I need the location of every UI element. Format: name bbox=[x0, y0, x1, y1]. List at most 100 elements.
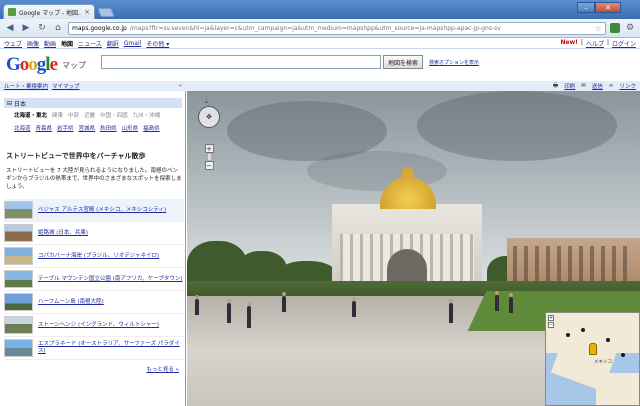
print-icon: 🖶 bbox=[553, 82, 559, 89]
region-tab-chubu[interactable]: 中部 bbox=[68, 111, 79, 119]
map-label: メキシコ bbox=[594, 360, 612, 365]
prefecture-links: 北海道 青森県 岩手県 宮城県 秋田県 山形県 福島県 bbox=[14, 124, 160, 132]
address-bar[interactable]: maps.google.co.jp/maps?ftr=sv.seven&hl=j… bbox=[68, 21, 606, 35]
place-link[interactable]: ベジャス アルテス宮殿 (メキシコ、メキシコシティ) bbox=[38, 207, 166, 214]
browser-tab[interactable]: Google マップ - 地図... × bbox=[3, 4, 95, 19]
streetview-panorama[interactable]: ⊥ ✥ + − メキシコ + − bbox=[187, 91, 640, 406]
pegman-icon[interactable] bbox=[589, 343, 597, 355]
place-thumbnail[interactable] bbox=[4, 316, 33, 334]
back-icon[interactable]: ◀ bbox=[4, 22, 16, 34]
close-window-button[interactable]: ✕ bbox=[595, 2, 621, 13]
gbar-maps[interactable]: 地図 bbox=[61, 39, 73, 48]
gbar-gmail[interactable]: Gmail bbox=[124, 40, 142, 47]
place-link[interactable]: 姫路城 (日本、兵庫) bbox=[38, 230, 88, 237]
pedestrian bbox=[227, 299, 231, 323]
mymaps-link[interactable]: マイマップ bbox=[52, 82, 80, 90]
place-thumbnail[interactable] bbox=[4, 339, 33, 357]
region-tab-chugoku-shikoku[interactable]: 中国・四国 bbox=[100, 111, 128, 119]
url-host: maps.google.co.jp bbox=[72, 24, 127, 32]
region-tabs: 北海道・東北 関東 中部 近畿 中国・四国 九州・沖縄 bbox=[14, 111, 160, 119]
region-tab-hokkaido-tohoku[interactable]: 北海道・東北 bbox=[14, 111, 47, 119]
place-link[interactable]: ストーンヘンジ (イングランド、ウィルトシャー) bbox=[38, 322, 159, 329]
wrench-icon[interactable]: ⚙ bbox=[624, 22, 636, 34]
list-item[interactable]: ベジャス アルテス宮殿 (メキシコ、メキシコシティ) bbox=[4, 199, 184, 222]
pan-arrows-icon[interactable]: ✥ bbox=[206, 113, 212, 121]
minimize-button[interactable]: – bbox=[577, 2, 595, 13]
send-link[interactable]: 送信 bbox=[592, 82, 603, 90]
pref-link[interactable]: 北海道 bbox=[14, 124, 31, 132]
mini-map[interactable]: メキシコ + − bbox=[545, 312, 640, 406]
reload-icon[interactable]: ↻ bbox=[36, 22, 48, 34]
tab-close-icon[interactable]: × bbox=[84, 8, 90, 16]
gbar-translate[interactable]: 翻訳 bbox=[107, 39, 119, 48]
place-link[interactable]: テーブル マウンテン国立公園 (南アフリカ、ケープタウン) bbox=[38, 276, 183, 283]
minimap-zoom: + − bbox=[548, 315, 554, 328]
search-options-link[interactable]: 検索オプションを表示 bbox=[429, 59, 479, 66]
map-tools: 🖶 印刷 ✉ 送信 ∞ リンク bbox=[186, 81, 640, 91]
list-item[interactable]: ストーンヘンジ (イングランド、ウィルトシャー) bbox=[4, 314, 184, 337]
new-tab-button[interactable] bbox=[97, 8, 115, 17]
collapse-region-icon[interactable]: ⊟ bbox=[7, 100, 12, 107]
pref-link[interactable]: 福島県 bbox=[143, 124, 160, 132]
place-thumbnail[interactable] bbox=[4, 247, 33, 265]
place-thumbnail[interactable] bbox=[4, 224, 33, 242]
gbar-more[interactable]: その他 ▾ bbox=[146, 39, 169, 48]
list-item[interactable]: 姫路城 (日本、兵庫) bbox=[4, 222, 184, 245]
list-item[interactable]: ハーフムーン島 (南極大陸) bbox=[4, 291, 184, 314]
link-icon: ∞ bbox=[608, 83, 614, 89]
pref-link[interactable]: 山形県 bbox=[122, 124, 139, 132]
pref-link[interactable]: 秋田県 bbox=[100, 124, 117, 132]
pref-link[interactable]: 岩手県 bbox=[57, 124, 74, 132]
pan-control[interactable]: ✥ bbox=[198, 106, 220, 128]
more-link[interactable]: もっと見る » bbox=[146, 365, 179, 373]
gbar-web[interactable]: ウェブ bbox=[4, 39, 22, 48]
directions-link[interactable]: ルート・乗換案内 bbox=[4, 82, 48, 90]
pedestrian bbox=[195, 295, 199, 315]
pref-link[interactable]: 青森県 bbox=[36, 124, 53, 132]
url-path: /maps?ftr=sv.seven&hl=ja&layer=c&utm_cam… bbox=[129, 24, 501, 32]
region-tab-kanto[interactable]: 関東 bbox=[52, 111, 63, 119]
link-link[interactable]: リンク bbox=[619, 82, 636, 90]
place-link[interactable]: ハーフムーン島 (南極大陸) bbox=[38, 299, 104, 306]
pedestrian bbox=[449, 299, 453, 323]
gbar-help[interactable]: ヘルプ bbox=[586, 39, 604, 48]
place-list: ベジャス アルテス宮殿 (メキシコ、メキシコシティ) 姫路城 (日本、兵庫) コ… bbox=[4, 199, 184, 360]
product-name: マップ bbox=[62, 61, 86, 70]
zoom-out-button[interactable]: − bbox=[204, 161, 214, 170]
google-logo[interactable]: Google bbox=[6, 54, 58, 76]
list-item[interactable]: エスプラネード (オーストラリア、サーファーズ パラダイス) bbox=[4, 337, 184, 360]
forward-icon[interactable]: ▶ bbox=[20, 22, 32, 34]
zoom-in-button[interactable]: + bbox=[204, 144, 214, 153]
pedestrian bbox=[495, 291, 499, 311]
print-link[interactable]: 印刷 bbox=[564, 82, 575, 90]
gbar-videos[interactable]: 動画 bbox=[44, 39, 56, 48]
minimap-zoom-out-button[interactable]: − bbox=[548, 322, 554, 328]
gbar-news[interactable]: ニュース bbox=[78, 39, 102, 48]
place-thumbnail[interactable] bbox=[4, 270, 33, 288]
gbar-login[interactable]: ログイン bbox=[612, 39, 636, 48]
extension-icon[interactable] bbox=[610, 23, 620, 33]
place-link[interactable]: エスプラネード (オーストラリア、サーファーズ パラダイス) bbox=[38, 341, 184, 355]
pedestrian bbox=[352, 297, 356, 317]
list-item[interactable]: テーブル マウンテン国立公園 (南アフリカ、ケープタウン) bbox=[4, 268, 184, 291]
home-icon[interactable]: ⌂ bbox=[52, 22, 64, 34]
place-thumbnail[interactable] bbox=[4, 293, 33, 311]
search-maps-button[interactable]: 地図を検索 bbox=[383, 55, 423, 69]
region-tab-kyushu-okinawa[interactable]: 九州・沖縄 bbox=[133, 111, 161, 119]
map-search-input[interactable] bbox=[101, 55, 381, 69]
region-header[interactable]: ⊟ 日本 bbox=[4, 98, 182, 108]
region-tab-kinki[interactable]: 近畿 bbox=[84, 111, 95, 119]
gbar-right: New! | ヘルプ | ログイン bbox=[560, 38, 636, 48]
place-link[interactable]: コパカバーナ海岸 (ブラジル、リオデジャネイロ) bbox=[38, 253, 159, 260]
pref-link[interactable]: 宮城県 bbox=[79, 124, 96, 132]
list-item[interactable]: コパカバーナ海岸 (ブラジル、リオデジャネイロ) bbox=[4, 245, 184, 268]
zoom-track[interactable] bbox=[207, 154, 211, 160]
browser-window: Google マップ - 地図... × – ✕ ◀ ▶ ↻ ⌂ maps.go… bbox=[0, 0, 640, 406]
new-badge: New! bbox=[560, 38, 578, 46]
minimap-zoom-in-button[interactable]: + bbox=[548, 315, 554, 321]
collapse-sidebar-icon[interactable]: « bbox=[179, 83, 182, 89]
place-thumbnail[interactable] bbox=[4, 201, 33, 219]
bookmark-star-icon[interactable]: ☆ bbox=[595, 24, 602, 33]
gbar-images[interactable]: 画像 bbox=[27, 39, 39, 48]
mail-icon: ✉ bbox=[581, 83, 586, 89]
